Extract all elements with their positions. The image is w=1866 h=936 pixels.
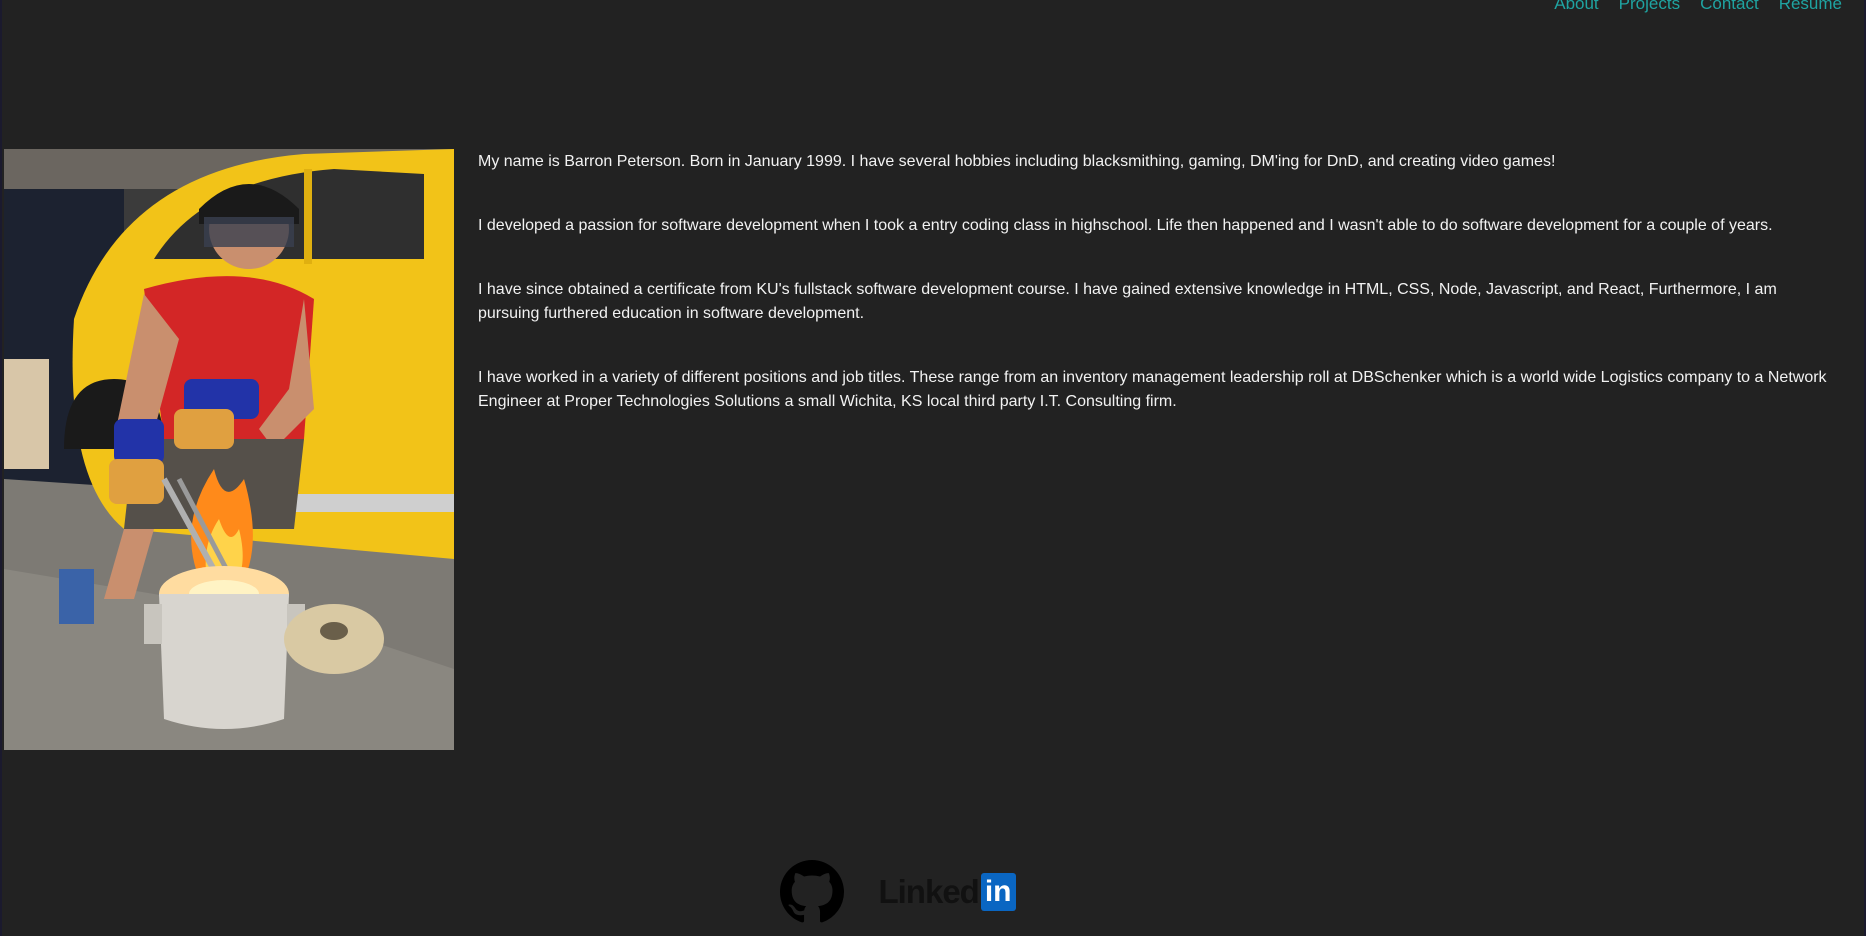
linkedin-link[interactable]: Linked in	[878, 873, 1016, 911]
linkedin-logo-text: Linked	[878, 873, 979, 910]
about-section: My name is Barron Peterson. Born in Janu…	[478, 150, 1838, 454]
footer: Linked in	[2, 860, 1864, 924]
page: About Projects Contact Resume My name is…	[0, 0, 1866, 936]
nav-projects-link[interactable]: Projects	[1619, 0, 1680, 14]
about-paragraph: I developed a passion for software devel…	[478, 217, 1773, 234]
profile-photo-image	[4, 149, 454, 750]
about-paragraph: I have worked in a variety of different …	[478, 369, 1827, 410]
about-paragraph: I have since obtained a certificate from…	[478, 281, 1777, 322]
top-nav: About Projects Contact Resume	[1554, 0, 1842, 14]
github-icon[interactable]	[780, 860, 845, 924]
nav-about-link[interactable]: About	[1554, 0, 1598, 14]
nav-resume-link[interactable]: Resume	[1779, 0, 1842, 14]
about-paragraph: My name is Barron Peterson. Born in Janu…	[478, 153, 1556, 170]
nav-contact-link[interactable]: Contact	[1700, 0, 1759, 14]
linkedin-icon: in	[980, 873, 1016, 911]
profile-photo	[4, 149, 454, 750]
